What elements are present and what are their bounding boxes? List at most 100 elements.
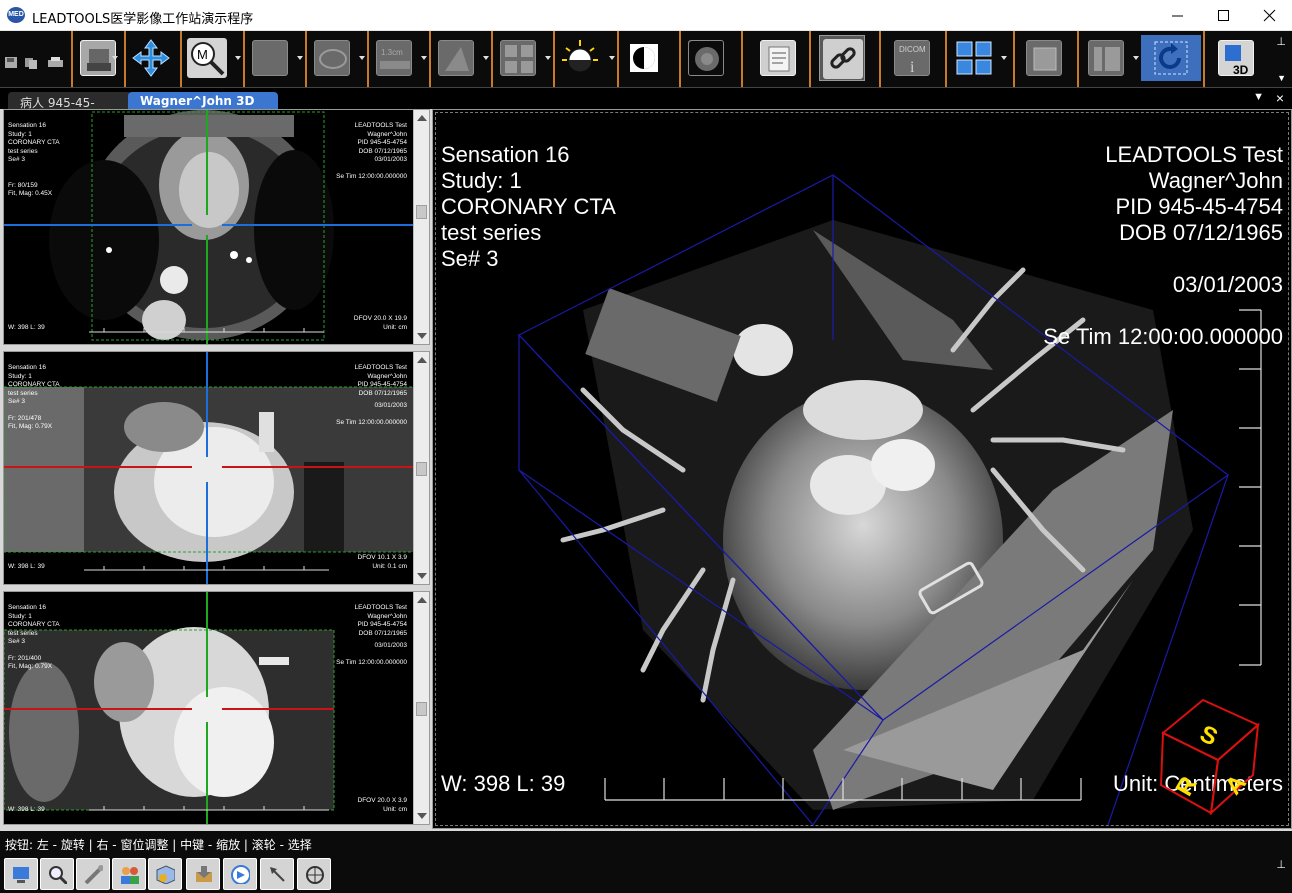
save-3d-label: 3D xyxy=(1233,63,1249,76)
overlay-line: Wagner^John xyxy=(367,130,407,138)
overlay-line: Se# 3 xyxy=(441,246,499,271)
tab-patient[interactable]: 病人 945-45-4754 xyxy=(8,92,132,125)
ruler-button[interactable]: 1.3cm xyxy=(371,35,417,81)
import-button[interactable] xyxy=(186,858,220,890)
settings-cube-button[interactable] xyxy=(148,858,182,890)
app-window: MED LEADTOOLS医学影像工作站演示程序 M 1.3cm DICOM i… xyxy=(0,0,1292,893)
cube-label-right: R xyxy=(1171,772,1203,801)
overlay-line: CORONARY CTA xyxy=(8,381,60,388)
overlay-line: Study: 1 xyxy=(441,168,522,193)
volume-3d-view[interactable]: Sensation 16 Study: 1 CORONARY CTA test … xyxy=(432,109,1292,829)
scroll-down-icon[interactable] xyxy=(417,333,427,339)
close-button[interactable] xyxy=(1247,0,1292,31)
overlay-line: Fr: 201/400 xyxy=(8,654,42,662)
grid-layout-button[interactable] xyxy=(495,35,541,81)
overlay-line: DOB 07/12/1965 xyxy=(1119,220,1283,245)
overlay-line: Se# 3 xyxy=(8,398,25,405)
scroll-up-icon[interactable] xyxy=(417,115,427,121)
scroll-up-icon[interactable] xyxy=(417,357,427,363)
scroll-thumb[interactable] xyxy=(416,205,427,219)
minimize-button[interactable] xyxy=(1155,0,1201,31)
overlay-line: test series xyxy=(8,629,38,637)
settings-cube-icon xyxy=(156,865,175,884)
save-button[interactable] xyxy=(2,35,20,81)
invert-button[interactable] xyxy=(621,35,667,81)
maximize-icon xyxy=(1218,10,1229,21)
overlay-line: Fit, Mag: 0.79X xyxy=(8,423,53,430)
maximize-button[interactable] xyxy=(1201,0,1247,31)
overlay-line: DOB 07/12/1965 xyxy=(358,629,407,637)
overlay-line: CORONARY CTA xyxy=(441,194,616,219)
scroll-down-icon[interactable] xyxy=(417,573,427,579)
image-window-button[interactable] xyxy=(247,35,293,81)
mesh-button[interactable] xyxy=(683,35,729,81)
search-icon xyxy=(49,866,67,884)
toolbar-pin-icon[interactable]: ⊥ xyxy=(1276,35,1286,48)
overlay-line: Wagner^John xyxy=(367,612,407,620)
overlay-line: Se# 3 xyxy=(8,638,25,645)
overlay-line: Unit: cm xyxy=(383,323,407,331)
users-button[interactable] xyxy=(112,858,146,890)
orientation-cube-icon[interactable]: S R A xyxy=(1153,695,1263,815)
coronal-scrollbar[interactable] xyxy=(413,352,429,584)
print-button[interactable] xyxy=(44,35,68,81)
cube-label-anterior: A xyxy=(1220,769,1252,800)
overlay-line: Sensation 16 xyxy=(441,142,570,167)
copy-button[interactable] xyxy=(22,35,40,81)
window-level-icon xyxy=(562,40,598,72)
overlay-line: PID 945-45-4754 xyxy=(357,139,407,146)
compass-button[interactable] xyxy=(297,858,331,890)
overlay-line: Se# 3 xyxy=(8,156,25,163)
axial-view[interactable]: Sensation 16 Study: 1 CORONARY CTA test … xyxy=(3,109,430,345)
axial-dfov: DFOV 20.0 X 19.9 Unit: cm xyxy=(354,315,407,332)
save-3d-button[interactable]: 3D xyxy=(1213,35,1259,81)
overlay-line: PID 945-45-4754 xyxy=(357,621,407,628)
scroll-thumb[interactable] xyxy=(416,462,427,476)
axial-overlay-right: LEADTOOLS Test Wagner^John PID 945-45-47… xyxy=(336,122,407,181)
notes-button[interactable] xyxy=(755,35,801,81)
overlay-line: test series xyxy=(441,220,542,245)
tools-button[interactable] xyxy=(76,858,110,890)
tab-close-icon[interactable]: × xyxy=(1276,90,1284,106)
axial-scrollbar[interactable] xyxy=(413,110,429,344)
pan-button[interactable] xyxy=(128,35,174,81)
link-button[interactable] xyxy=(819,35,865,81)
magnify-button[interactable]: M xyxy=(184,35,230,81)
scroll-down-icon[interactable] xyxy=(417,813,427,819)
computer-button[interactable] xyxy=(4,858,38,890)
brain-button[interactable] xyxy=(309,35,355,81)
sagittal-wl: W: 398 L: 39 xyxy=(8,806,45,813)
dicom-info-button[interactable]: DICOM i xyxy=(889,35,935,81)
toolbar-more-icon[interactable]: ▼ xyxy=(1277,73,1286,83)
forward-button[interactable] xyxy=(223,858,257,890)
search-button[interactable] xyxy=(40,858,74,890)
link-icon xyxy=(823,39,863,79)
overlay-line: CORONARY CTA xyxy=(8,139,60,146)
sagittal-view[interactable]: Sensation 16 Study: 1 CORONARY CTA test … xyxy=(3,591,430,825)
pointer-button[interactable] xyxy=(260,858,294,890)
window-level-button[interactable] xyxy=(557,35,603,81)
coronal-view[interactable]: Sensation 16 Study: 1 CORONARY CTA test … xyxy=(3,351,430,585)
annotation-button[interactable] xyxy=(433,35,479,81)
forward-icon xyxy=(231,865,250,884)
tab-3d-volume[interactable]: Wagner^John 3D体积 xyxy=(128,92,278,124)
frame-icon xyxy=(1026,40,1062,76)
scroll-up-icon[interactable] xyxy=(417,597,427,603)
frame-button[interactable] xyxy=(1021,35,1067,81)
sagittal-overlay-right: LEADTOOLS Test Wagner^John PID 945-45-47… xyxy=(336,604,407,667)
scroll-thumb[interactable] xyxy=(416,702,427,716)
series-layout-button[interactable] xyxy=(951,35,997,81)
refresh-button[interactable] xyxy=(1141,35,1201,81)
sagittal-dfov: DFOV 20.0 X 3.9 Unit: cm xyxy=(358,797,408,814)
series-layout-icon xyxy=(956,41,992,75)
sagittal-scrollbar[interactable] xyxy=(413,592,429,824)
print-icon xyxy=(48,57,63,67)
overlay-line: Fr: 201/478 xyxy=(8,414,42,422)
tab-menu-icon[interactable]: ▼ xyxy=(1253,91,1264,103)
overlay-line: Unit: cm xyxy=(383,805,407,813)
overlay-line: 03/01/2003 xyxy=(374,402,407,409)
bottom-toolbar-pin-icon[interactable]: ⊥ xyxy=(1276,858,1286,871)
sagittal-overlay-left: Sensation 16 Study: 1 CORONARY CTA test … xyxy=(8,604,60,672)
image-window-icon xyxy=(252,40,288,76)
stack-button[interactable] xyxy=(1083,35,1129,81)
